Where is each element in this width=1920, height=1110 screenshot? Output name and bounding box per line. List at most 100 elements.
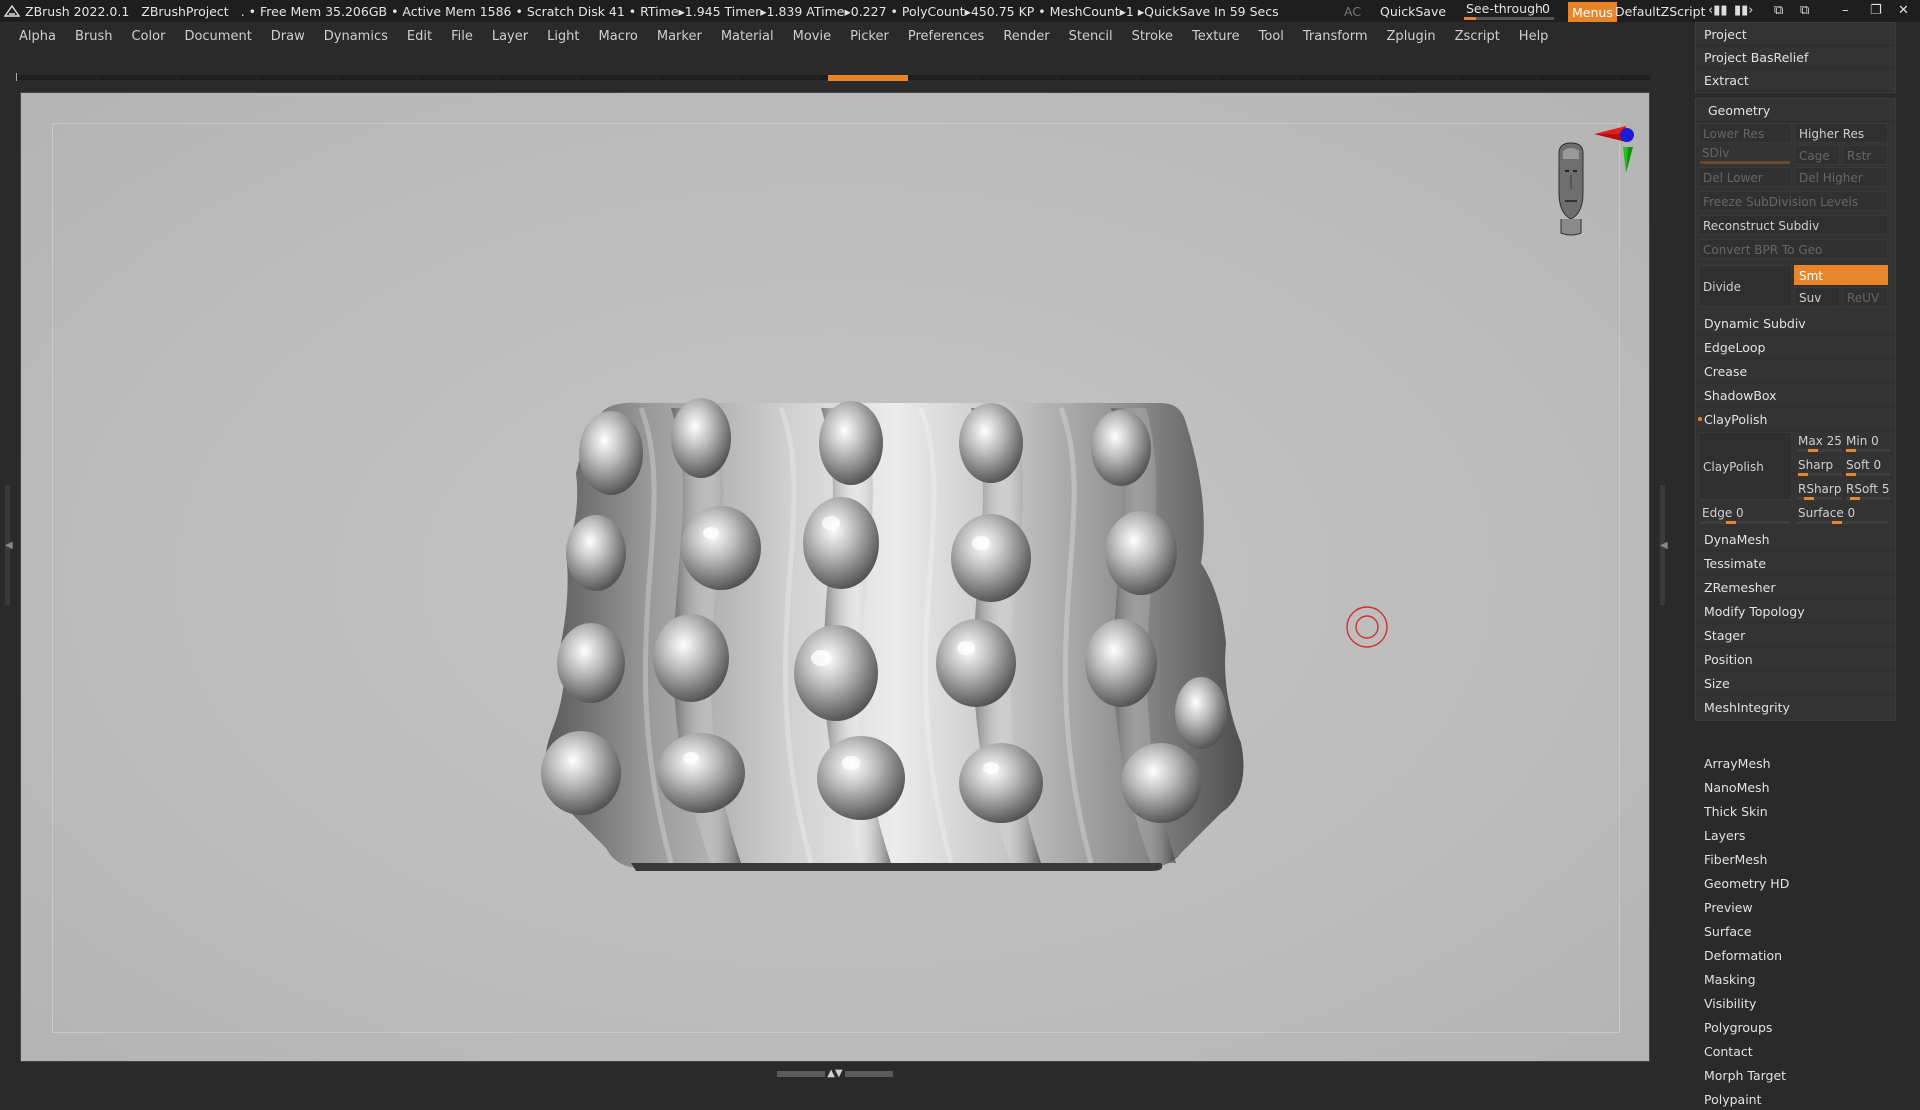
- layout-left-icon[interactable]: ‹▮▮: [1708, 3, 1728, 18]
- freeze-subdivision-button[interactable]: Freeze SubDivision Levels: [1698, 191, 1888, 211]
- subpalette-polygroups[interactable]: Polygroups: [1704, 1018, 1772, 1038]
- maximize-icon[interactable]: ❐: [1870, 3, 1882, 18]
- extract-button[interactable]: Extract: [1696, 69, 1895, 92]
- higher-res-button[interactable]: Higher Res: [1794, 123, 1888, 143]
- menu-brush[interactable]: Brush: [75, 29, 113, 44]
- menu-movie[interactable]: Movie: [793, 29, 831, 44]
- rstr-button[interactable]: Rstr: [1842, 145, 1888, 165]
- subpalette-visibility[interactable]: Visibility: [1704, 994, 1756, 1014]
- menu-help[interactable]: Help: [1519, 29, 1549, 44]
- menu-render[interactable]: Render: [1003, 29, 1049, 44]
- del-lower-button[interactable]: Del Lower: [1698, 167, 1792, 187]
- subpalette-thick-skin[interactable]: Thick Skin: [1704, 802, 1768, 822]
- subpalette-contact[interactable]: Contact: [1704, 1042, 1753, 1062]
- window-layout-icon[interactable]: ⧉: [1774, 3, 1783, 18]
- subpalette-preview[interactable]: Preview: [1704, 898, 1753, 918]
- menu-transform[interactable]: Transform: [1303, 29, 1368, 44]
- navigation-head-gizmo-icon[interactable]: [1531, 123, 1641, 253]
- timeline-marker[interactable]: [828, 75, 908, 81]
- edgeloop-button[interactable]: EdgeLoop: [1696, 336, 1895, 359]
- bottom-tray-arrow-icon[interactable]: ▲▼: [827, 1069, 842, 1079]
- menu-marker[interactable]: Marker: [657, 29, 702, 44]
- dynamesh-button[interactable]: DynaMesh: [1696, 528, 1895, 551]
- edge-slider[interactable]: [1700, 521, 1790, 524]
- menu-file[interactable]: File: [451, 29, 473, 44]
- claypolish-button[interactable]: ClayPolish: [1698, 432, 1792, 500]
- canvas-viewport[interactable]: [20, 92, 1650, 1062]
- menu-stencil[interactable]: Stencil: [1069, 29, 1113, 44]
- menu-macro[interactable]: Macro: [599, 29, 638, 44]
- meshintegrity-button[interactable]: MeshIntegrity: [1696, 696, 1895, 719]
- menus-toggle-button[interactable]: Menus: [1568, 2, 1617, 22]
- menu-light[interactable]: Light: [547, 29, 579, 44]
- subpalette-masking[interactable]: Masking: [1704, 970, 1756, 990]
- project-basrelief-button[interactable]: Project BasRelief: [1696, 46, 1895, 69]
- lower-res-button[interactable]: Lower Res: [1698, 123, 1792, 143]
- tessimate-button[interactable]: Tessimate: [1696, 552, 1895, 575]
- soft-slider[interactable]: [1846, 473, 1890, 476]
- menu-material[interactable]: Material: [721, 29, 774, 44]
- subpalette-geometry-hd[interactable]: Geometry HD: [1704, 874, 1789, 894]
- menu-document[interactable]: Document: [184, 29, 251, 44]
- bottom-tray-handle[interactable]: ▲▼: [770, 1069, 900, 1079]
- menu-dynamics[interactable]: Dynamics: [324, 29, 388, 44]
- zremesher-button[interactable]: ZRemesher: [1696, 576, 1895, 599]
- stager-button[interactable]: Stager: [1696, 624, 1895, 647]
- see-through-slider[interactable]: See-through 0: [1460, 0, 1558, 22]
- menu-picker[interactable]: Picker: [850, 29, 889, 44]
- menu-zplugin[interactable]: Zplugin: [1387, 29, 1436, 44]
- project-button[interactable]: Project: [1696, 23, 1895, 46]
- window-restore-layout-icon[interactable]: ⧉: [1800, 3, 1809, 18]
- min-slider[interactable]: [1846, 449, 1890, 452]
- subpalette-deformation[interactable]: Deformation: [1704, 946, 1782, 966]
- ac-toggle[interactable]: AC: [1344, 0, 1361, 22]
- convert-bpr-button[interactable]: Convert BPR To Geo: [1698, 239, 1888, 259]
- del-higher-button[interactable]: Del Higher: [1794, 167, 1888, 187]
- max-slider[interactable]: [1798, 449, 1842, 452]
- smt-toggle[interactable]: Smt: [1794, 265, 1888, 285]
- rsoft-slider[interactable]: [1846, 497, 1890, 500]
- close-icon[interactable]: ✕: [1898, 3, 1909, 18]
- default-zscript-button[interactable]: DefaultZScript: [1615, 0, 1706, 22]
- dynamic-subdiv-button[interactable]: Dynamic Subdiv: [1696, 312, 1895, 335]
- menu-alpha[interactable]: Alpha: [19, 29, 56, 44]
- see-through-track[interactable]: [1464, 17, 1554, 20]
- subpalette-surface[interactable]: Surface: [1704, 922, 1752, 942]
- menu-texture[interactable]: Texture: [1192, 29, 1240, 44]
- claypolish-header[interactable]: ClayPolish: [1696, 408, 1895, 431]
- minimize-icon[interactable]: –: [1842, 3, 1849, 18]
- geometry-header[interactable]: Geometry: [1696, 99, 1895, 122]
- modify-topology-button[interactable]: Modify Topology: [1696, 600, 1895, 623]
- sdiv-slider[interactable]: [1700, 161, 1790, 164]
- shadowbox-button[interactable]: ShadowBox: [1696, 384, 1895, 407]
- subpalette-arraymesh[interactable]: ArrayMesh: [1704, 754, 1771, 774]
- layout-right-icon[interactable]: ▮▮›: [1734, 3, 1754, 18]
- subpalette-fibermesh[interactable]: FiberMesh: [1704, 850, 1767, 870]
- divide-button[interactable]: Divide: [1698, 265, 1792, 307]
- subpalette-morph-target[interactable]: Morph Target: [1704, 1066, 1786, 1086]
- right-tray-arrow-icon[interactable]: ◀: [1660, 540, 1668, 551]
- subpalette-nanomesh[interactable]: NanoMesh: [1704, 778, 1770, 798]
- menu-zscript[interactable]: Zscript: [1455, 29, 1500, 44]
- sharp-slider[interactable]: [1798, 473, 1842, 476]
- suv-toggle[interactable]: Suv: [1794, 287, 1840, 307]
- quicksave-button[interactable]: QuickSave: [1380, 0, 1446, 22]
- size-button[interactable]: Size: [1696, 672, 1895, 695]
- subpalette-polypaint[interactable]: Polypaint: [1704, 1090, 1762, 1110]
- menu-draw[interactable]: Draw: [271, 29, 305, 44]
- subpalette-layers[interactable]: Layers: [1704, 826, 1745, 846]
- cage-button[interactable]: Cage: [1794, 145, 1840, 165]
- menu-layer[interactable]: Layer: [492, 29, 528, 44]
- surface-slider[interactable]: [1796, 521, 1888, 524]
- rsharp-slider[interactable]: [1798, 497, 1842, 500]
- menu-preferences[interactable]: Preferences: [908, 29, 984, 44]
- menu-tool[interactable]: Tool: [1259, 29, 1284, 44]
- position-button[interactable]: Position: [1696, 648, 1895, 671]
- reuv-toggle[interactable]: ReUV: [1842, 287, 1888, 307]
- menu-color[interactable]: Color: [131, 29, 165, 44]
- menu-stroke[interactable]: Stroke: [1132, 29, 1173, 44]
- reconstruct-subdiv-button[interactable]: Reconstruct Subdiv: [1698, 215, 1888, 235]
- menu-edit[interactable]: Edit: [407, 29, 432, 44]
- sculpted-cylinder-model[interactable]: [521, 393, 1261, 873]
- left-tray-arrow-icon[interactable]: ◀: [5, 540, 13, 551]
